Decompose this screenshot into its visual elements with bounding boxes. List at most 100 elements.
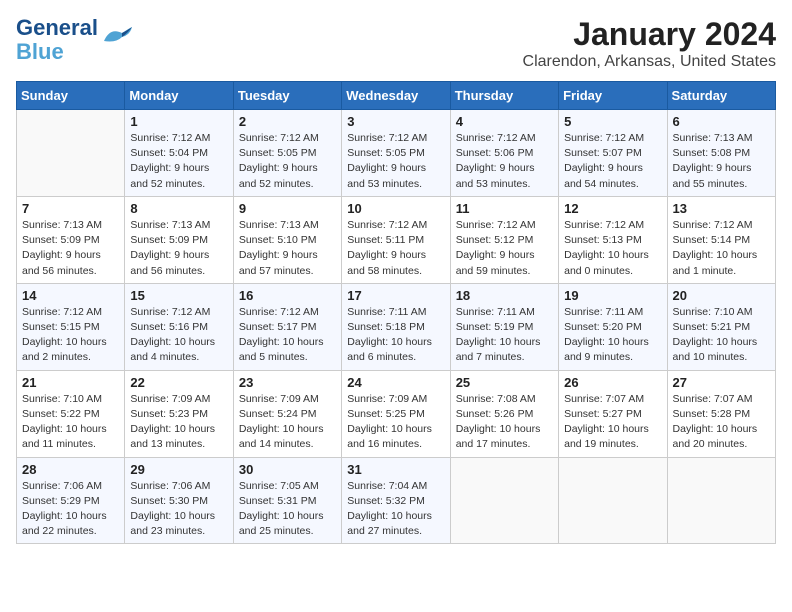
weekday-header-saturday: Saturday xyxy=(667,82,775,110)
day-number: 18 xyxy=(456,288,553,303)
calendar-cell: 23Sunrise: 7:09 AM Sunset: 5:24 PM Dayli… xyxy=(233,370,341,457)
calendar-cell xyxy=(450,457,558,544)
calendar-cell: 22 Sunrise: 7:09 AM Sunset: 5:23 PM Dayli… xyxy=(125,370,233,457)
day-info: Sunrise: 7:12 AM Sunset: 5:06 PM Dayligh… xyxy=(456,131,553,192)
calendar-cell: 8 Sunrise: 7:13 AM Sunset: 5:09 PM Daylig… xyxy=(125,196,233,283)
day-number: 30 xyxy=(239,462,336,477)
day-number: 20 xyxy=(673,288,770,303)
day-info: Sunrise: 7:11 AM Sunset: 5:20 PM Dayligh… xyxy=(564,305,661,366)
weekday-header-sunday: Sunday xyxy=(17,82,125,110)
weekday-header-monday: Monday xyxy=(125,82,233,110)
day-number: 4 xyxy=(456,114,553,129)
day-number: 13 xyxy=(673,201,770,216)
day-number: 11 xyxy=(456,201,553,216)
day-info: Sunrise: 7:13 AM Sunset: 5:08 PM Dayligh… xyxy=(673,131,770,192)
day-number: 26 xyxy=(564,375,661,390)
calendar-cell: 16 Sunrise: 7:12 AM Sunset: 5:17 PM Dayli… xyxy=(233,283,341,370)
day-number: 3 xyxy=(347,114,444,129)
day-info: Sunrise: 7:08 AM Sunset: 5:26 PM Dayligh… xyxy=(456,392,553,453)
calendar-cell: 1 Sunrise: 7:12 AM Sunset: 5:04 PM Daylig… xyxy=(125,110,233,197)
calendar-cell: 13 Sunrise: 7:12 AM Sunset: 5:14 PM Dayli… xyxy=(667,196,775,283)
calendar-cell xyxy=(667,457,775,544)
logo-text: GeneralBlue xyxy=(16,16,98,64)
day-info: Sunrise: 7:13 AM Sunset: 5:09 PM Dayligh… xyxy=(130,218,227,279)
logo-bird-icon xyxy=(102,25,134,47)
day-number: 10 xyxy=(347,201,444,216)
calendar-cell xyxy=(17,110,125,197)
day-number: 15 xyxy=(130,288,227,303)
calendar-cell: 24Sunrise: 7:09 AM Sunset: 5:25 PM Dayli… xyxy=(342,370,450,457)
day-info: Sunrise: 7:09 AM Sunset: 5:23 PM Dayligh… xyxy=(130,392,227,453)
day-number: 24 xyxy=(347,375,444,390)
day-info: Sunrise: 7:12 AM Sunset: 5:11 PM Dayligh… xyxy=(347,218,444,279)
day-number: 27 xyxy=(673,375,770,390)
calendar-cell: 10 Sunrise: 7:12 AM Sunset: 5:11 PM Dayli… xyxy=(342,196,450,283)
calendar-cell: 15 Sunrise: 7:12 AM Sunset: 5:16 PM Dayli… xyxy=(125,283,233,370)
day-info: Sunrise: 7:13 AM Sunset: 5:10 PM Dayligh… xyxy=(239,218,336,279)
weekday-header-tuesday: Tuesday xyxy=(233,82,341,110)
calendar-body: 1 Sunrise: 7:12 AM Sunset: 5:04 PM Daylig… xyxy=(17,110,776,544)
title-area: January 2024 Clarendon, Arkansas, United… xyxy=(523,16,776,71)
calendar-week-2: 7 Sunrise: 7:13 AM Sunset: 5:09 PM Daylig… xyxy=(17,196,776,283)
location-title: Clarendon, Arkansas, United States xyxy=(523,53,776,71)
day-number: 14 xyxy=(22,288,119,303)
day-number: 31 xyxy=(347,462,444,477)
page-header: GeneralBlue January 2024 Clarendon, Arka… xyxy=(16,16,776,71)
day-number: 9 xyxy=(239,201,336,216)
calendar-cell: 9 Sunrise: 7:13 AM Sunset: 5:10 PM Daylig… xyxy=(233,196,341,283)
calendar-cell: 20 Sunrise: 7:10 AM Sunset: 5:21 PM Dayli… xyxy=(667,283,775,370)
calendar-cell xyxy=(559,457,667,544)
day-number: 16 xyxy=(239,288,336,303)
day-number: 28 xyxy=(22,462,119,477)
calendar-cell: 2Sunrise: 7:12 AM Sunset: 5:05 PM Daylig… xyxy=(233,110,341,197)
weekday-header-row: SundayMondayTuesdayWednesdayThursdayFrid… xyxy=(17,82,776,110)
day-info: Sunrise: 7:12 AM Sunset: 5:16 PM Dayligh… xyxy=(130,305,227,366)
day-info: Sunrise: 7:12 AM Sunset: 5:05 PM Dayligh… xyxy=(239,131,336,192)
day-number: 21 xyxy=(22,375,119,390)
day-info: Sunrise: 7:11 AM Sunset: 5:19 PM Dayligh… xyxy=(456,305,553,366)
calendar-cell: 14 Sunrise: 7:12 AM Sunset: 5:15 PM Dayli… xyxy=(17,283,125,370)
calendar-cell: 29Sunrise: 7:06 AM Sunset: 5:30 PM Dayli… xyxy=(125,457,233,544)
calendar-week-1: 1 Sunrise: 7:12 AM Sunset: 5:04 PM Daylig… xyxy=(17,110,776,197)
day-number: 8 xyxy=(130,201,227,216)
calendar-cell: 17 Sunrise: 7:11 AM Sunset: 5:18 PM Dayli… xyxy=(342,283,450,370)
calendar-cell: 18 Sunrise: 7:11 AM Sunset: 5:19 PM Dayli… xyxy=(450,283,558,370)
day-number: 7 xyxy=(22,201,119,216)
calendar-cell: 25 Sunrise: 7:08 AM Sunset: 5:26 PM Dayli… xyxy=(450,370,558,457)
day-info: Sunrise: 7:06 AM Sunset: 5:29 PM Dayligh… xyxy=(22,479,119,540)
day-info: Sunrise: 7:12 AM Sunset: 5:04 PM Dayligh… xyxy=(130,131,227,192)
month-title: January 2024 xyxy=(523,16,776,53)
day-info: Sunrise: 7:07 AM Sunset: 5:28 PM Dayligh… xyxy=(673,392,770,453)
day-info: Sunrise: 7:12 AM Sunset: 5:13 PM Dayligh… xyxy=(564,218,661,279)
day-number: 25 xyxy=(456,375,553,390)
calendar-cell: 30Sunrise: 7:05 AM Sunset: 5:31 PM Dayli… xyxy=(233,457,341,544)
day-number: 23 xyxy=(239,375,336,390)
day-info: Sunrise: 7:10 AM Sunset: 5:21 PM Dayligh… xyxy=(673,305,770,366)
weekday-header-friday: Friday xyxy=(559,82,667,110)
day-info: Sunrise: 7:12 AM Sunset: 5:14 PM Dayligh… xyxy=(673,218,770,279)
calendar-cell: 7Sunrise: 7:13 AM Sunset: 5:09 PM Daylig… xyxy=(17,196,125,283)
day-info: Sunrise: 7:12 AM Sunset: 5:15 PM Dayligh… xyxy=(22,305,119,366)
day-number: 19 xyxy=(564,288,661,303)
day-number: 5 xyxy=(564,114,661,129)
day-number: 22 xyxy=(130,375,227,390)
calendar-cell: 5Sunrise: 7:12 AM Sunset: 5:07 PM Daylig… xyxy=(559,110,667,197)
day-info: Sunrise: 7:11 AM Sunset: 5:18 PM Dayligh… xyxy=(347,305,444,366)
calendar-cell: 12Sunrise: 7:12 AM Sunset: 5:13 PM Dayli… xyxy=(559,196,667,283)
calendar-cell: 21Sunrise: 7:10 AM Sunset: 5:22 PM Dayli… xyxy=(17,370,125,457)
calendar-week-3: 14 Sunrise: 7:12 AM Sunset: 5:15 PM Dayli… xyxy=(17,283,776,370)
calendar-cell: 4 Sunrise: 7:12 AM Sunset: 5:06 PM Daylig… xyxy=(450,110,558,197)
weekday-header-wednesday: Wednesday xyxy=(342,82,450,110)
day-number: 6 xyxy=(673,114,770,129)
calendar-week-4: 21Sunrise: 7:10 AM Sunset: 5:22 PM Dayli… xyxy=(17,370,776,457)
calendar-cell: 6 Sunrise: 7:13 AM Sunset: 5:08 PM Daylig… xyxy=(667,110,775,197)
day-info: Sunrise: 7:06 AM Sunset: 5:30 PM Dayligh… xyxy=(130,479,227,540)
calendar-table: SundayMondayTuesdayWednesdayThursdayFrid… xyxy=(16,81,776,544)
day-info: Sunrise: 7:07 AM Sunset: 5:27 PM Dayligh… xyxy=(564,392,661,453)
calendar-cell: 31Sunrise: 7:04 AM Sunset: 5:32 PM Dayli… xyxy=(342,457,450,544)
day-number: 1 xyxy=(130,114,227,129)
day-info: Sunrise: 7:12 AM Sunset: 5:17 PM Dayligh… xyxy=(239,305,336,366)
calendar-cell: 19 Sunrise: 7:11 AM Sunset: 5:20 PM Dayli… xyxy=(559,283,667,370)
calendar-week-5: 28 Sunrise: 7:06 AM Sunset: 5:29 PM Dayli… xyxy=(17,457,776,544)
day-number: 17 xyxy=(347,288,444,303)
